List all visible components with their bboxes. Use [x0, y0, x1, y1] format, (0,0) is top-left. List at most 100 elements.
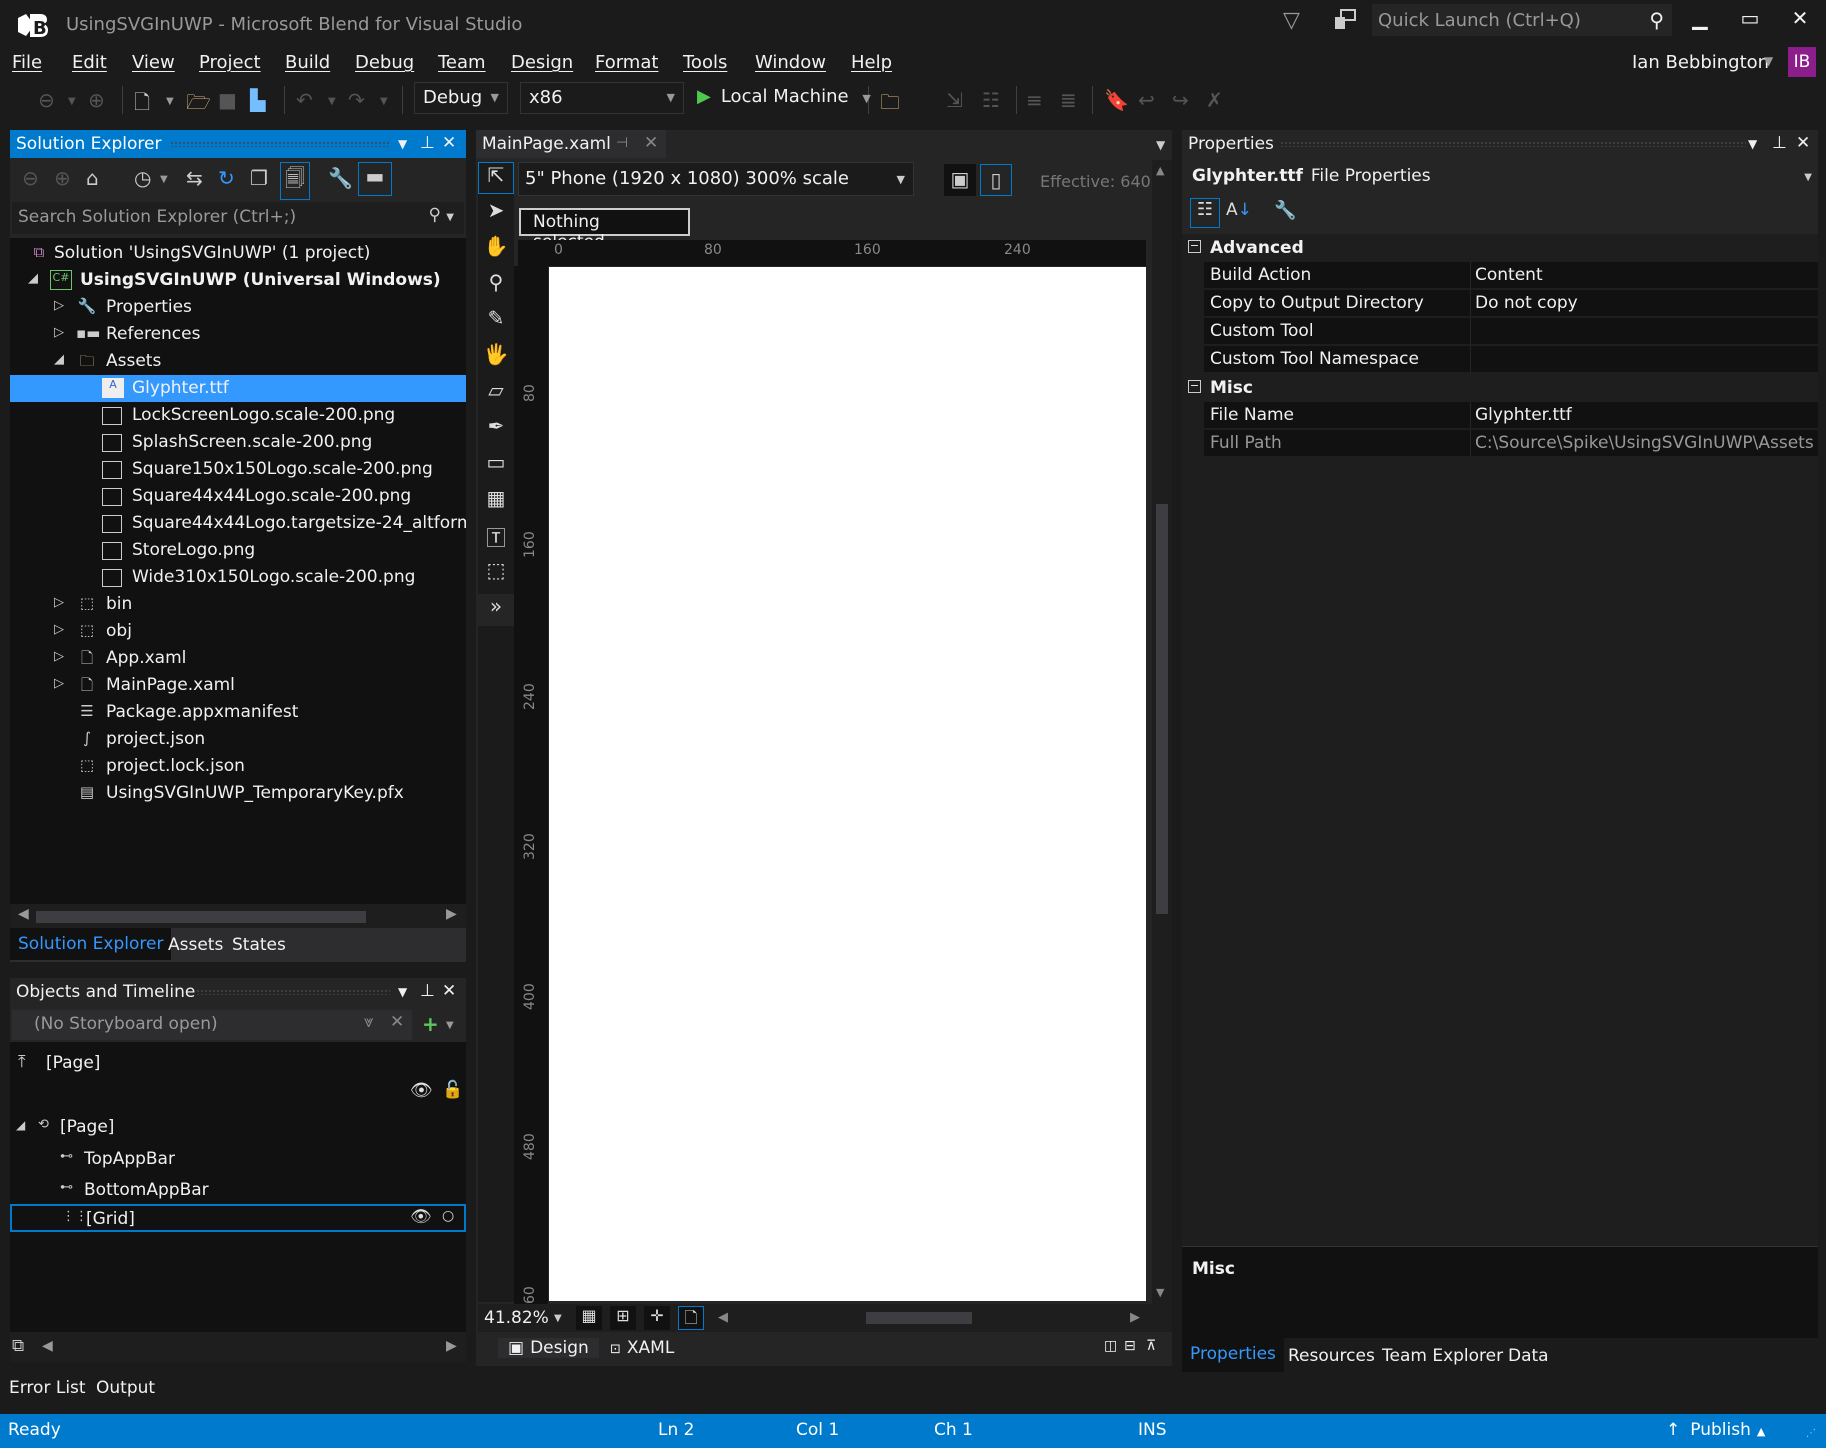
tree-item[interactable]: Square44x44Logo.scale-200.png [10, 483, 466, 510]
tree-item[interactable]: ▷ ⬚ obj [10, 618, 466, 645]
storyboard-options-icon[interactable]: ⩔ [364, 1012, 374, 1032]
property-value[interactable]: Content [1475, 265, 1813, 285]
property-category[interactable]: − Misc [1182, 374, 1818, 402]
eye-icon[interactable]: 👁 [410, 1207, 432, 1227]
properties-target[interactable]: Glyphter.ttf File Properties ▼ [1182, 162, 1818, 194]
platform-dropdown[interactable]: x86 ▼ [520, 82, 684, 114]
menu-window[interactable]: Window [755, 52, 826, 73]
snap-to-grid-icon[interactable]: ⊞ [610, 1306, 636, 1330]
chevron-down-icon[interactable]: ▼ [328, 96, 336, 107]
selection-tool-icon[interactable]: ⇱ [478, 162, 514, 194]
expand-arrow-icon[interactable]: ▷ [54, 676, 64, 691]
property-pages-wrench-icon[interactable]: 🔧 [1274, 200, 1296, 221]
zoom-level[interactable]: 41.82% [484, 1308, 549, 1328]
tree-item[interactable]: ◢ C# UsingSVGInUWP (Universal Windows) [10, 267, 466, 294]
object-tree-item[interactable]: ⊷ TopAppBar [10, 1146, 466, 1174]
horizontal-split-icon[interactable]: ⊟ [1124, 1338, 1136, 1354]
tree-item[interactable]: Wide310x150Logo.scale-200.png [10, 564, 466, 591]
collapse-category-icon[interactable]: − [1188, 380, 1201, 393]
previous-bookmark-icon[interactable]: ↩ [1138, 88, 1155, 112]
storyboard-picker[interactable]: (No Storyboard open) ⩔ ✕ [12, 1010, 412, 1040]
swap-panes-icon[interactable]: ⊼ [1146, 1338, 1156, 1354]
menu-build[interactable]: Build [285, 52, 330, 73]
pending-changes-filter-icon[interactable]: ◷ [134, 166, 151, 190]
save-all-icon[interactable]: ▙ [250, 88, 265, 112]
scope-up-icon[interactable]: ⤒ [18, 1052, 26, 1072]
navigate-back-icon[interactable]: ⊖ [38, 88, 55, 112]
open-folder-icon[interactable]: 🗁 [186, 88, 211, 122]
property-value[interactable]: Do not copy [1475, 293, 1813, 313]
scrollbar-thumb[interactable] [866, 1312, 972, 1324]
tree-item[interactable]: LockScreenLogo.scale-200.png [10, 402, 466, 429]
expand-arrow-icon[interactable]: ▷ [54, 325, 64, 340]
lock-toggle-icon[interactable]: ○ [442, 1208, 454, 1224]
eyedropper-tool-icon[interactable]: ✎ [478, 306, 514, 338]
pin-icon[interactable]: ⊥ [1772, 133, 1787, 153]
bookmark-icon[interactable]: 🔖 [1104, 88, 1129, 112]
tree-item[interactable]: ▷ ▪▬ References [10, 321, 466, 348]
direct-selection-tool-icon[interactable]: ➤ [478, 198, 514, 230]
rectangle-tool-icon[interactable]: ▭ [478, 450, 514, 482]
window-position-dropdown-icon[interactable]: ▼ [398, 137, 407, 151]
vertical-split-icon[interactable]: ◫ [1104, 1338, 1117, 1354]
find-in-files-icon[interactable]: 🗀 [880, 88, 900, 122]
close-tab-icon[interactable]: ✕ [644, 133, 658, 153]
configuration-dropdown[interactable]: Debug ▼ [414, 82, 508, 114]
property-row[interactable]: Copy to Output Directory Do not copy [1204, 290, 1818, 317]
gradient-tool-icon[interactable]: ▱ [478, 378, 514, 410]
tree-item[interactable]: ▷ 🗋 MainPage.xaml [10, 672, 466, 699]
scrollbar-thumb[interactable] [36, 911, 366, 923]
grid-layout-tool-icon[interactable]: ▦ [478, 486, 514, 518]
assets-expander-icon[interactable]: » [478, 594, 514, 626]
undo-icon[interactable]: ↶ [296, 88, 313, 112]
menu-edit[interactable]: Edit [72, 52, 107, 73]
properties-wrench-icon[interactable]: 🔧 [328, 166, 353, 190]
tab-states[interactable]: States [232, 935, 286, 955]
menu-view[interactable]: View [132, 52, 175, 73]
portrait-orientation-icon[interactable]: ▯ [980, 164, 1012, 196]
pin-tab-icon[interactable]: ⊣ [616, 135, 628, 151]
collapse-category-icon[interactable]: − [1188, 240, 1201, 253]
text-tool-icon[interactable]: 🅃 [478, 522, 514, 554]
close-icon[interactable]: ✕ [442, 133, 456, 153]
selection-breadcrumb[interactable]: Nothing selected [519, 208, 690, 252]
document-list-dropdown-icon[interactable]: ▼ [1156, 138, 1165, 152]
menu-format[interactable]: Format [595, 52, 658, 73]
avatar[interactable]: IB [1788, 47, 1816, 77]
property-row[interactable]: Build Action Content [1204, 262, 1818, 289]
tree-item[interactable]: ⧉ Solution 'UsingSVGInUWP' (1 project) [10, 240, 466, 267]
minimize-button[interactable]: ▁ [1680, 6, 1720, 36]
menu-design[interactable]: Design [511, 52, 573, 73]
controls-tool-icon[interactable]: ⬚ [478, 558, 514, 590]
scroll-right-icon[interactable]: ▶ [446, 1338, 457, 1354]
pen-tool-icon[interactable]: ✒ [478, 414, 514, 446]
snap-to-snaplines-icon[interactable]: ✛ [644, 1306, 670, 1330]
comment-icon[interactable]: ≡ [1026, 88, 1043, 112]
tree-item[interactable]: A Glyphter.ttf [10, 375, 466, 402]
eye-icon[interactable]: 👁 [410, 1080, 433, 1101]
chevron-down-icon[interactable]: ▼ [68, 96, 76, 107]
property-value[interactable]: C:\Source\Spike\UsingSVGInUWP\Assets\Gly… [1475, 433, 1813, 453]
tab-data[interactable]: Data [1508, 1346, 1549, 1366]
tab-resources[interactable]: Resources [1288, 1346, 1375, 1366]
pin-icon[interactable]: ⊥ [420, 133, 435, 153]
tab-xaml[interactable]: ⊡ XAML [610, 1338, 674, 1358]
scroll-down-icon[interactable]: ▼ [1156, 1286, 1164, 1299]
property-value[interactable]: Glyphter.ttf [1475, 405, 1813, 425]
zoom-tool-icon[interactable]: ⚲ [478, 270, 514, 302]
categorized-view-icon[interactable]: ☷ [1190, 198, 1220, 228]
maximize-button[interactable]: ▭ [1730, 6, 1770, 36]
menu-project[interactable]: Project [199, 52, 261, 73]
horizontal-scrollbar[interactable]: ◀ ▶ [10, 904, 466, 928]
resize-grip-icon[interactable]: ⋰ [1806, 1428, 1816, 1439]
close-window-button[interactable]: ✕ [1780, 6, 1820, 36]
pin-icon[interactable]: ⊥ [420, 981, 435, 1001]
alphabetical-sort-icon[interactable]: A↓ [1226, 200, 1252, 220]
collapse-arrow-icon[interactable]: ◢ [28, 271, 38, 286]
tree-item[interactable]: Square44x44Logo.targetsize-24_altform-un… [10, 510, 466, 537]
solution-explorer-search-input[interactable]: Search Solution Explorer (Ctrl+;) ⚲ ▼ [12, 202, 464, 234]
scroll-left-icon[interactable]: ◀ [718, 1310, 728, 1325]
notifications-filter-icon[interactable]: ▽ [1283, 8, 1300, 33]
refresh-icon[interactable]: ↻ [218, 166, 235, 190]
document-tab-mainpage[interactable]: MainPage.xaml ⊣ ✕ [476, 130, 666, 158]
